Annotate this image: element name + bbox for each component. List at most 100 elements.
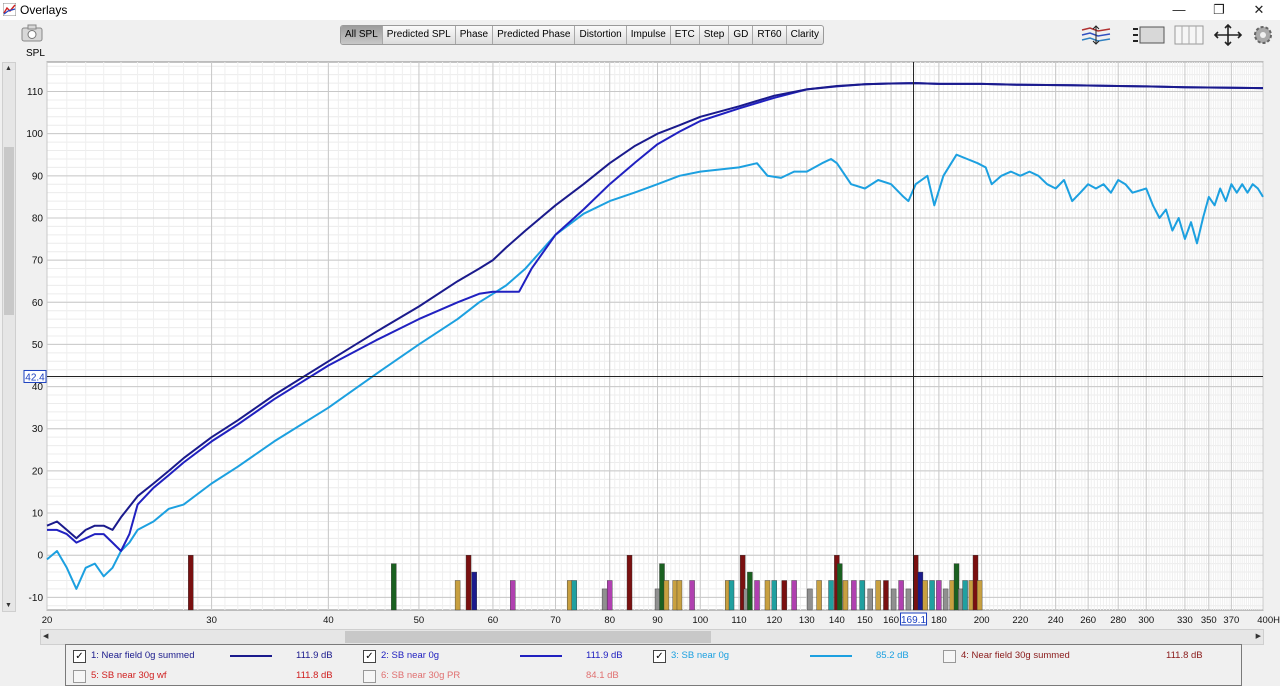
y-tick-label: 10 [32, 509, 44, 520]
bar-marker [890, 588, 897, 611]
tab-phase[interactable]: Phase [456, 26, 494, 44]
bar-marker [510, 580, 516, 611]
camera-icon[interactable] [20, 24, 44, 42]
legend-line-swatch [230, 655, 272, 657]
gear-icon[interactable] [1252, 24, 1274, 46]
legend-checkbox[interactable]: ✓ [363, 650, 376, 663]
close-button[interactable]: ✕ [1236, 0, 1280, 20]
bar-marker [471, 571, 477, 611]
x-tick-label: 80 [604, 615, 615, 626]
bar-marker [917, 571, 924, 611]
tab-step[interactable]: Step [700, 26, 730, 44]
y-tick-label: 80 [32, 213, 44, 224]
bar-marker [867, 588, 873, 611]
x-tick-label: 200 [974, 615, 990, 626]
x-tick-label: 150 [857, 615, 873, 626]
spl-chart[interactable]: 42.4169.1 -10010203040506070809010011020… [0, 56, 1280, 628]
y-tick-label: -10 [29, 593, 44, 604]
controls-icon[interactable] [1132, 24, 1166, 46]
legend-label: 3: SB near 0g [671, 650, 730, 661]
legend-checkbox[interactable] [943, 650, 956, 663]
bar-marker [837, 563, 843, 611]
y-tick-label: 0 [37, 551, 43, 562]
x-tick-label: 180 [931, 615, 947, 626]
bar-marker [663, 580, 670, 611]
legend-value: 85.2 dB [876, 650, 909, 661]
bar-marker [601, 588, 608, 611]
x-tick-label: 120 [766, 615, 782, 626]
trace-arrange-icon[interactable] [1080, 24, 1112, 46]
legend-value: 111.9 dB [586, 650, 623, 661]
app-icon [3, 3, 16, 16]
move-icon[interactable] [1212, 24, 1244, 46]
x-tick-label: 300 [1138, 615, 1154, 626]
bar-marker [764, 580, 771, 611]
bar-marker [454, 580, 461, 611]
tab-predicted-phase[interactable]: Predicted Phase [493, 26, 576, 44]
legend-label: 4: Near field 30g summed [961, 650, 1070, 661]
y-tick-label: 40 [32, 382, 44, 393]
bar-marker [842, 580, 849, 611]
tab-etc[interactable]: ETC [671, 26, 700, 44]
tab-rt60[interactable]: RT60 [753, 26, 787, 44]
view-tabs: All SPL Predicted SPL Phase Predicted Phase… [340, 25, 824, 45]
scroll-left-icon[interactable]: ◀ [43, 632, 48, 640]
x-tick-label: 160 [883, 615, 899, 626]
scroll-right-icon[interactable]: ▶ [1256, 632, 1261, 640]
legend-checkbox[interactable]: ✓ [73, 650, 86, 663]
legend-label: 6: SB near 30g PR [381, 670, 461, 681]
window-title: Overlays [20, 3, 68, 17]
x-tick-label: 140 [829, 615, 845, 626]
x-tick-label: 90 [652, 615, 663, 626]
bar-marker [898, 580, 904, 611]
legend-value: 111.8 dB [1166, 650, 1203, 661]
legend-checkbox[interactable] [363, 670, 376, 683]
y-tick-label: 90 [32, 171, 44, 182]
bar-marker [828, 580, 834, 611]
legend-checkbox[interactable] [73, 670, 86, 683]
bar-marker [571, 580, 577, 611]
y-tick-label: 100 [26, 129, 43, 140]
bar-marker [859, 580, 865, 611]
x-tick-label: 240 [1048, 615, 1064, 626]
y-tick-label: 110 [27, 87, 43, 98]
bar-marker [771, 580, 777, 611]
tab-gd[interactable]: GD [729, 26, 754, 44]
bar-marker [626, 555, 633, 611]
legend-label: 5: SB near 30g wf [91, 670, 167, 681]
bar-marker [567, 580, 573, 611]
legend-value: 111.8 dB [296, 670, 333, 681]
y-tick-label: 70 [32, 256, 44, 267]
x-tick-label: 400Hz [1257, 615, 1280, 626]
legend-item: ✓ 3: SB near 0g 85.2 dB [653, 647, 938, 665]
tab-distortion[interactable]: Distortion [575, 26, 627, 44]
horizontal-scroll-thumb[interactable] [345, 631, 711, 643]
legend-checkbox[interactable]: ✓ [653, 650, 666, 663]
bar-marker [976, 580, 983, 611]
x-tick-label: 50 [414, 615, 425, 626]
legend-item: ✓ 2: SB near 0g 111.9 dB [363, 647, 648, 665]
legend-value: 111.9 dB [296, 650, 333, 661]
tab-all-spl[interactable]: All SPL [341, 26, 383, 44]
bar-marker [791, 580, 797, 611]
bar-marker [689, 580, 695, 611]
legend-line-swatch [520, 655, 562, 657]
x-tick-label: 70 [550, 615, 561, 626]
x-tick-label: 370 [1223, 615, 1239, 626]
tab-predicted-spl[interactable]: Predicted SPL [383, 26, 456, 44]
y-tick-label: 60 [32, 298, 44, 309]
y-tick-label: 20 [32, 466, 44, 477]
horizontal-scrollbar[interactable]: ◀ ▶ [40, 629, 1264, 645]
x-tick-label: 100 [692, 615, 708, 626]
x-tick-label: 40 [323, 615, 334, 626]
columns-icon[interactable] [1174, 24, 1204, 46]
x-tick-label: 330 [1177, 615, 1193, 626]
legend-item: 6: SB near 30g PR 84.1 dB [363, 667, 648, 685]
bar-marker [942, 588, 949, 611]
tab-impulse[interactable]: Impulse [627, 26, 671, 44]
tab-clarity[interactable]: Clarity [787, 26, 823, 44]
bar-marker [391, 563, 397, 611]
x-tick-label: 30 [206, 615, 217, 626]
bar-marker [676, 580, 683, 611]
bar-marker [747, 571, 753, 611]
